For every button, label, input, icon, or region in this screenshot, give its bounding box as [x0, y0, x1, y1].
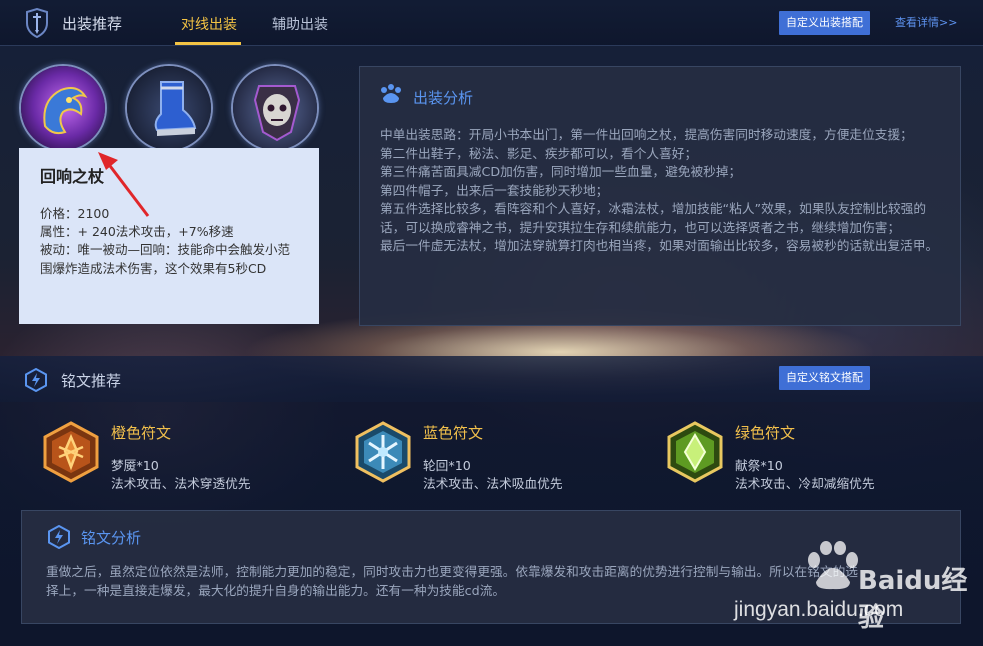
rune-name-count: 献祭*10 — [735, 458, 783, 473]
analysis-line: 第四件帽子，出来后一套技能秒天秒地； — [380, 182, 609, 198]
rune-color-name: 绿色符文 — [735, 424, 796, 442]
item-attributes: 属性：+ 240法术攻击，+7%移速 — [40, 224, 234, 239]
rune-blue[interactable]: 蓝色符文 轮回*10 法术攻击、法术吸血优先 — [353, 421, 613, 491]
rune-color-name: 蓝色符文 — [423, 424, 484, 442]
item-passive: 被动：唯一被动—回响：技能命中会触发小范围爆炸造成法术伤害，这个效果有5秒CD — [40, 242, 291, 276]
view-details-link[interactable]: 查看详情>> — [895, 14, 957, 30]
build-analysis-text: 中单出装思路：开局小书本出门，第一件出回响之杖，提高伤害同时移动速度，方便走位支… — [380, 126, 946, 256]
analysis-line: 第三件痛苦面具减CD加伤害，同时增加一些血量，避免被秒掉； — [380, 164, 742, 179]
paw-icon — [381, 84, 401, 103]
tab-support-build[interactable]: 辅助出装 — [272, 14, 328, 34]
blue-rune-icon — [355, 421, 411, 483]
paw-logo-icon — [808, 541, 858, 590]
item-icon-echo-staff[interactable] — [19, 64, 107, 152]
rune-name-count: 轮回*10 — [423, 458, 471, 473]
rune-hexagon-icon — [25, 368, 47, 392]
rune-effect: 法术攻击、法术吸血优先 — [423, 476, 563, 491]
rune-analysis-title: 铭文分析 — [81, 529, 142, 547]
rune-color-name: 橙色符文 — [111, 424, 172, 442]
analysis-line: 最后一件虚无法杖，增加法穿就算打肉也相当疼，如果对面输出比较多，容易被秒的话就出… — [380, 238, 939, 253]
baidu-watermark: Baidu经验 jingyan.baidu.com — [726, 538, 976, 638]
sword-shield-icon — [26, 8, 48, 38]
active-tab-indicator — [175, 42, 241, 45]
watermark-brand: Baidu经验 — [858, 566, 968, 633]
item-icon-boots[interactable] — [125, 64, 213, 152]
rune-section-title: 铭文推荐 — [61, 372, 122, 390]
tab-lane-build[interactable]: 对线出装 — [181, 14, 237, 34]
section-title: 出装推荐 — [62, 15, 123, 33]
item-icon-mask[interactable] — [231, 64, 319, 152]
custom-rune-button[interactable]: 自定义铭文搭配 — [779, 366, 870, 390]
red-arrow-annotation — [98, 152, 150, 217]
rune-effect: 法术攻击、法术穿透优先 — [111, 476, 251, 491]
rune-green[interactable]: 绿色符文 献祭*10 法术攻击、冷却减缩优先 — [665, 421, 925, 491]
rune-hexagon-icon — [48, 525, 70, 549]
analysis-line: 中单出装思路：开局小书本出门，第一件出回响之杖，提高伤害同时移动速度，方便走位支… — [380, 127, 913, 142]
analysis-line: 第二件出鞋子，秘法、影足、疾步都可以，看个人喜好； — [380, 145, 698, 161]
orange-rune-icon — [43, 421, 99, 483]
analysis-line: 第五件选择比较多，看阵容和个人喜好，冰霜法杖，增加技能“粘人”效果，如果队友控制… — [380, 201, 927, 235]
rune-effect: 法术攻击、冷却减缩优先 — [735, 476, 875, 491]
custom-build-button[interactable]: 自定义出装搭配 — [779, 11, 870, 35]
rune-orange[interactable]: 橙色符文 梦魇*10 法术攻击、法术穿透优先 — [41, 421, 301, 491]
build-analysis-panel: 出装分析 中单出装思路：开局小书本出门，第一件出回响之杖，提高伤害同时移动速度，… — [359, 66, 961, 326]
build-analysis-title: 出装分析 — [413, 89, 474, 107]
build-header: 出装推荐 对线出装 辅助出装 自定义出装搭配 查看详情>> — [0, 0, 983, 46]
green-rune-icon — [667, 421, 723, 483]
watermark-url: jingyan.baidu.com — [734, 598, 904, 621]
rune-header: 铭文推荐 自定义铭文搭配 — [0, 356, 983, 402]
item-price: 价格：2100 — [40, 206, 110, 221]
rune-name-count: 梦魇*10 — [111, 458, 159, 473]
item-tooltip: 回响之杖 价格：2100 属性：+ 240法术攻击，+7%移速 被动：唯一被动—… — [19, 148, 319, 324]
